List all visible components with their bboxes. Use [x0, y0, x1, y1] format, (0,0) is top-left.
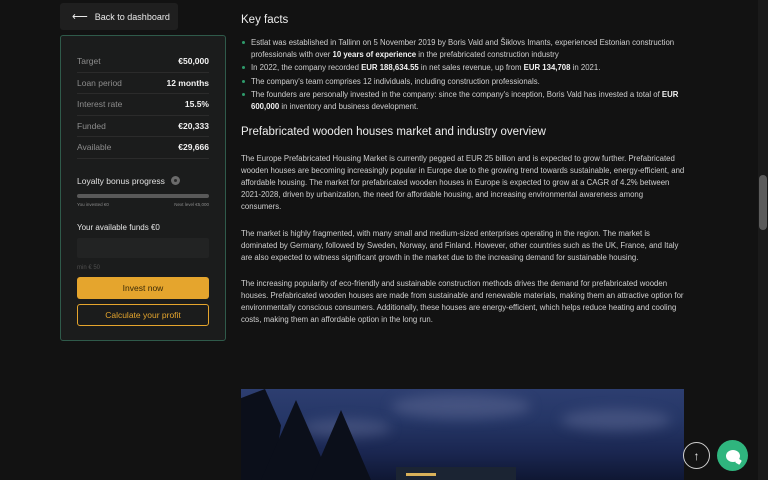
stat-row-interest-rate: Interest rate 15.5% [77, 94, 209, 116]
market-paragraph: The Europe Prefabricated Housing Market … [241, 154, 685, 211]
calculate-profit-button[interactable]: Calculate your profit [77, 303, 209, 326]
scroll-to-top-button[interactable]: ↑ [683, 442, 710, 469]
cloud-shape [391, 394, 531, 419]
stat-value: 12 months [166, 77, 209, 88]
house-photo [241, 389, 684, 480]
stat-label: Loan period [77, 77, 122, 88]
stat-row-funded: Funded €20,333 [77, 116, 209, 137]
back-to-dashboard-button[interactable]: ⟵ Back to dashboard [60, 3, 178, 30]
loyalty-bonus-heading: Loyalty bonus progress [77, 176, 209, 186]
list-item: The company's team comprises 12 individu… [241, 76, 685, 88]
stat-label: Funded [77, 120, 106, 131]
loyalty-progress-bar [77, 193, 209, 198]
fact-text: in 2021. [570, 63, 601, 72]
fact-text: in the prefabricated construction indust… [416, 49, 559, 59]
fact-text: The company's team comprises 12 individu… [251, 76, 540, 86]
fact-text: In 2022, the company recorded [251, 63, 362, 72]
fact-text: The founders are personally invested in … [251, 90, 662, 99]
stat-label: Target [77, 56, 101, 67]
progress-labels: You invested €0 Next level €5,000 [77, 202, 209, 207]
chat-button[interactable] [717, 440, 748, 471]
investment-panel: Target €50,000 Loan period 12 months Int… [60, 35, 226, 341]
list-item: In 2022, the company recorded EUR 188,63… [241, 62, 685, 74]
minimum-amount-label: min € 50 [77, 264, 101, 271]
list-item: The founders are personally invested in … [241, 89, 685, 112]
market-overview-title: Prefabricated wooden houses market and i… [241, 126, 546, 138]
stat-value: €29,666 [178, 142, 209, 153]
fact-highlight: EUR 134,708 [523, 63, 571, 72]
fact-text: in inventory and business development. [279, 101, 419, 111]
market-paragraph: The market is highly fragmented, with ma… [241, 228, 679, 262]
fact-text: in net sales revenue, up from [418, 63, 524, 72]
stat-value: €20,333 [178, 120, 209, 131]
fact-highlight: EUR 188,634.55 [361, 63, 419, 72]
stat-value: €50,000 [178, 56, 209, 67]
stat-label: Available [77, 142, 112, 153]
stat-value: 15.5% [184, 99, 209, 110]
list-item: Estlat was established in Tallinn on 5 N… [241, 37, 685, 60]
next-level-label: Next level €5,000 [174, 201, 209, 207]
house-light [406, 473, 436, 476]
market-paragraph: The increasing popularity of eco-friendl… [241, 279, 684, 324]
arrow-left-icon: ⟵ [72, 11, 88, 23]
stat-row-target: Target €50,000 [77, 51, 209, 73]
stat-label: Interest rate [77, 99, 123, 110]
main-content: Key facts Estlat was established in Tall… [241, 14, 685, 341]
chat-bubble-icon [725, 449, 740, 462]
key-facts-title: Key facts [241, 14, 289, 26]
arrow-up-icon: ↑ [693, 448, 700, 463]
gear-icon[interactable] [170, 176, 180, 185]
scrollbar-thumb[interactable] [759, 175, 767, 230]
loyalty-label: Loyalty bonus progress [77, 175, 165, 186]
available-funds-label: Your available funds €0 [77, 222, 160, 232]
back-to-dashboard-label: Back to dashboard [94, 11, 170, 22]
key-facts-list: Estlat was established in Tallinn on 5 N… [241, 37, 685, 112]
fact-highlight: 10 years of experience [332, 49, 417, 59]
investment-amount-input[interactable] [77, 237, 209, 258]
stat-row-loan-period: Loan period 12 months [77, 73, 209, 94]
cloud-shape [561, 409, 671, 431]
invest-now-button[interactable]: Invest now [77, 276, 209, 299]
scrollbar-track[interactable] [758, 0, 768, 480]
invested-amount-label: You invested €0 [77, 201, 109, 207]
stat-row-available: Available €29,666 [77, 137, 209, 159]
